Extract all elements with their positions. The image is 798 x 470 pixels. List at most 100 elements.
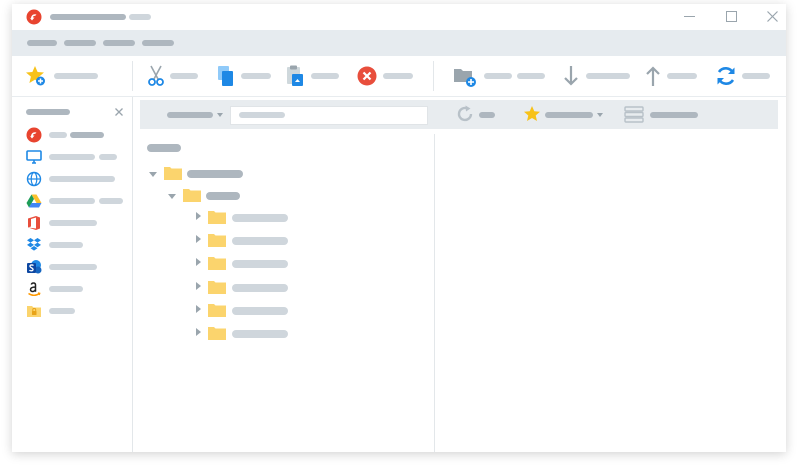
tree-node-label[interactable] [206, 192, 240, 200]
refresh-icon[interactable] [456, 105, 474, 123]
chevron-right-icon[interactable] [196, 212, 201, 220]
chevron-right-icon[interactable] [196, 328, 201, 336]
sidebar-item-label [49, 132, 67, 138]
tree-node-label [232, 307, 288, 315]
window-title [50, 14, 126, 20]
path-bar [140, 100, 778, 129]
sidebar-item-sublabel [99, 198, 123, 204]
tree-root[interactable] [147, 144, 181, 152]
menu-item[interactable] [64, 40, 96, 46]
folder-icon [208, 257, 226, 270]
menu-item[interactable] [103, 40, 135, 46]
amazon-icon [28, 282, 41, 296]
toolbar-divider [433, 61, 434, 91]
copy-icon[interactable] [217, 65, 235, 87]
sidebar [12, 97, 132, 452]
chevron-down-icon[interactable] [168, 194, 176, 199]
scissors-icon[interactable] [147, 65, 165, 87]
delete-icon[interactable] [357, 66, 377, 86]
toolbar [12, 56, 786, 97]
locked-folder-icon [27, 306, 41, 317]
toolbar-label [241, 73, 271, 79]
download-icon[interactable] [563, 65, 579, 87]
tree-node-label [232, 330, 288, 338]
tree-node-label [232, 237, 288, 245]
close-icon[interactable] [767, 11, 778, 22]
chevron-down-icon[interactable] [149, 172, 157, 177]
sidebar-item-label [49, 176, 115, 182]
sidebar-item-label [49, 264, 97, 270]
folder-tree-panel [134, 130, 434, 452]
close-icon[interactable] [115, 108, 123, 116]
refresh-label [479, 112, 495, 118]
chevron-right-icon[interactable] [196, 282, 201, 290]
panel-divider[interactable] [434, 134, 435, 452]
folder-icon [208, 211, 226, 224]
menu-item[interactable] [142, 40, 174, 46]
computer-icon [26, 150, 42, 164]
dropbox-icon [27, 238, 41, 251]
folder-icon [208, 281, 226, 294]
menu-bar [12, 30, 786, 56]
office-icon [28, 216, 40, 230]
chevron-right-icon[interactable] [196, 305, 201, 313]
toolbar-label [54, 73, 98, 79]
google-drive-icon [26, 194, 42, 208]
minimize-icon[interactable] [684, 16, 695, 17]
chevron-right-icon[interactable] [196, 235, 201, 243]
sidebar-item-sublabel [99, 154, 117, 160]
app-logo-icon [26, 9, 42, 25]
sidebar-item-label [49, 220, 97, 226]
new-folder-icon[interactable] [453, 66, 477, 88]
tree-node-label[interactable] [187, 170, 243, 178]
toolbar-label [667, 73, 697, 79]
refresh-icon[interactable] [715, 65, 737, 87]
toolbar-label [586, 73, 630, 79]
folder-icon [208, 304, 226, 317]
star-icon[interactable] [523, 105, 541, 123]
globe-icon [26, 171, 42, 187]
folder-icon [183, 189, 201, 202]
sidebar-divider [132, 97, 133, 452]
maximize-icon[interactable] [726, 11, 737, 22]
folder-icon [164, 167, 182, 180]
chevron-right-icon[interactable] [196, 258, 201, 266]
location-dropdown[interactable] [167, 112, 213, 118]
tree-node-label [232, 260, 288, 268]
upload-icon[interactable] [645, 65, 661, 87]
window-subtitle [129, 14, 151, 20]
chevron-down-icon[interactable] [597, 113, 603, 117]
favorites-label[interactable] [545, 112, 593, 118]
paste-icon[interactable] [286, 65, 304, 87]
tree-node-label [232, 284, 288, 292]
path-input[interactable] [230, 106, 428, 125]
view-label[interactable] [650, 112, 698, 118]
toolbar-label [383, 73, 413, 79]
toolbar-label-extra [517, 73, 545, 79]
sidebar-item-label [49, 286, 83, 292]
folder-icon [208, 327, 226, 340]
toolbar-divider [132, 61, 133, 91]
toolbar-label [170, 73, 198, 79]
star-add-icon[interactable] [25, 65, 47, 87]
sharepoint-icon [27, 260, 42, 274]
app-window [12, 4, 786, 452]
tree-node-label [232, 214, 288, 222]
title-bar [12, 4, 786, 30]
menu-item[interactable] [27, 40, 57, 46]
toolbar-label [484, 73, 512, 79]
app-logo-icon [26, 127, 42, 143]
list-view-icon[interactable] [624, 106, 644, 123]
file-list-panel[interactable] [436, 130, 786, 452]
path-value [239, 112, 285, 118]
sidebar-item-label [49, 154, 95, 160]
sidebar-item-label [49, 242, 83, 248]
toolbar-label [311, 73, 339, 79]
toolbar-label [742, 73, 770, 79]
sidebar-item-label [49, 308, 75, 314]
sidebar-item-sublabel [70, 132, 104, 138]
folder-icon [208, 234, 226, 247]
sidebar-title [26, 109, 70, 115]
chevron-down-icon[interactable] [217, 113, 223, 117]
sidebar-item-label [49, 198, 95, 204]
